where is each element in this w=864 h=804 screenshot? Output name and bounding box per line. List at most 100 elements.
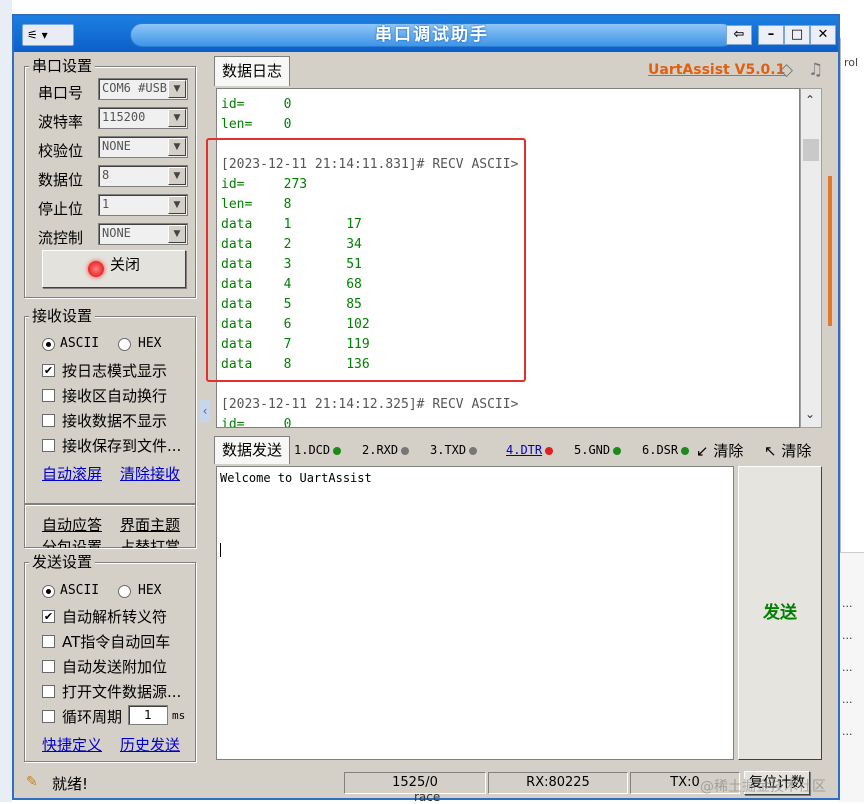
signal-dot-icon xyxy=(469,446,478,455)
recv-hide-checkbox[interactable] xyxy=(42,414,55,427)
tab-data-send[interactable]: 数据发送 xyxy=(214,436,290,464)
diamond-icon[interactable]: ◇ xyxy=(780,60,793,80)
recv-log-mode-label: 按日志模式显示 xyxy=(62,362,168,380)
clear-recv-link[interactable]: 清除接收 xyxy=(120,463,180,484)
clear-send-button-2[interactable]: ↖ 清除 xyxy=(764,440,811,461)
signal-dtr[interactable]: 4.DTR xyxy=(506,443,554,457)
background-dots: ··· xyxy=(842,696,853,709)
theme-link[interactable]: 界面主题 xyxy=(120,514,180,535)
collapse-panel-icon[interactable]: ‹ xyxy=(200,400,210,422)
recv-log-mode-checkbox[interactable]: ✔ xyxy=(42,364,55,377)
serial-settings-title: 串口设置 xyxy=(29,57,96,75)
shortcut-define-link[interactable]: 快捷定义 xyxy=(42,734,102,755)
signal-dcd[interactable]: 1.DCD xyxy=(294,443,342,457)
log-line: id= 0 xyxy=(221,417,292,428)
signal-rxd[interactable]: 2.RXD xyxy=(362,443,410,457)
send-loop-checkbox[interactable] xyxy=(42,710,55,723)
chevron-down-icon[interactable]: ▼ xyxy=(168,196,186,214)
send-button[interactable]: 发送 xyxy=(738,466,822,760)
tab-data-log[interactable]: 数据日志 xyxy=(214,56,290,86)
pin-button[interactable]: ⇦ xyxy=(726,25,752,45)
send-file-source-checkbox[interactable] xyxy=(42,685,55,698)
signal-dot-icon xyxy=(401,446,410,455)
chevron-down-icon[interactable]: ▼ xyxy=(168,167,186,185)
port-value: COM6 #USB xyxy=(102,81,168,95)
title-bar[interactable]: ⚟ ▾ 串口调试助手 ⇦ – □ ✕ xyxy=(14,16,838,52)
background-dots: ··· xyxy=(842,600,853,613)
background-dots: ··· xyxy=(842,664,853,677)
recv-save-file-checkbox[interactable] xyxy=(42,439,55,452)
close-port-button[interactable]: 关闭 xyxy=(42,250,186,288)
loop-unit: ms xyxy=(172,709,186,722)
bell-icon[interactable]: ♫ xyxy=(808,60,823,80)
log-line: len= 0 xyxy=(221,117,292,132)
stopbits-select[interactable]: 1 ▼ xyxy=(98,194,188,216)
chevron-down-icon[interactable]: ▼ xyxy=(168,109,186,127)
signal-txd[interactable]: 3.TXD xyxy=(430,443,478,457)
send-settings-title: 发送设置 xyxy=(29,553,96,571)
packet-settings-link[interactable]: 分包设置 xyxy=(42,536,102,548)
background-window-text: rol xyxy=(844,56,859,69)
recv-autowrap-checkbox[interactable] xyxy=(42,389,55,402)
send-textarea[interactable]: Welcome to UartAssist xyxy=(216,466,734,760)
system-menu-button[interactable]: ⚟ ▾ xyxy=(22,24,74,46)
scroll-thumb[interactable] xyxy=(803,139,819,161)
chevron-down-icon[interactable]: ⌄ xyxy=(805,407,815,421)
log-line: id= 0 xyxy=(221,97,292,112)
history-send-link[interactable]: 历史发送 xyxy=(120,734,180,755)
baud-select[interactable]: 115200 ▼ xyxy=(98,107,188,129)
status-rx: RX:80225 xyxy=(488,772,628,794)
send-ascii-radio[interactable] xyxy=(42,585,55,598)
loop-period-input[interactable]: 1 xyxy=(128,705,168,725)
signal-dsr[interactable]: 6.DSR xyxy=(642,443,690,457)
send-escape-checkbox[interactable]: ✔ xyxy=(42,610,55,623)
tip-link[interactable]: 占替打赏 xyxy=(120,536,180,548)
stopbits-label: 停止位 xyxy=(38,200,84,218)
auto-scroll-link[interactable]: 自动滚屏 xyxy=(42,463,102,484)
log-line: [2023-12-11 21:14:12.325]# RECV ASCII> xyxy=(221,397,519,412)
highlight-annotation xyxy=(206,138,526,382)
recv-settings-title: 接收设置 xyxy=(29,307,96,325)
databits-select[interactable]: 8 ▼ xyxy=(98,165,188,187)
chevron-down-icon[interactable]: ▼ xyxy=(168,80,186,98)
send-at-cr-checkbox[interactable] xyxy=(42,635,55,648)
signal-dot-icon xyxy=(681,446,690,455)
signal-dot-icon xyxy=(613,446,622,455)
parity-select[interactable]: NONE ▼ xyxy=(98,136,188,158)
parity-label: 校验位 xyxy=(38,142,84,160)
chevron-up-icon[interactable]: ⌃ xyxy=(805,93,815,107)
send-hex-label: HEX xyxy=(138,583,162,598)
flow-select[interactable]: NONE ▼ xyxy=(98,223,188,245)
recv-autowrap-label: 接收区自动换行 xyxy=(62,387,168,405)
send-file-source-label: 打开文件数据源... xyxy=(62,683,182,701)
minimize-button[interactable]: – xyxy=(758,25,784,45)
send-hex-radio[interactable] xyxy=(118,585,131,598)
send-at-cr-label: AT指令自动回车 xyxy=(62,633,171,651)
send-append-checkbox[interactable] xyxy=(42,660,55,673)
stopbits-value: 1 xyxy=(102,197,110,211)
signal-label: 2.RXD xyxy=(362,443,399,457)
chevron-down-icon[interactable]: ▼ xyxy=(168,138,186,156)
signal-gnd[interactable]: 5.GND xyxy=(574,443,622,457)
clear-send-button-1[interactable]: ↙ 清除 xyxy=(696,440,743,461)
brand-link[interactable]: UartAssist V5.0.1 xyxy=(648,62,785,78)
auto-reply-link[interactable]: 自动应答 xyxy=(42,514,102,535)
port-select[interactable]: COM6 #USB ▼ xyxy=(98,78,188,100)
signal-dot-icon xyxy=(545,446,554,455)
signal-label: 1.DCD xyxy=(294,443,331,457)
signal-label: 6.DSR xyxy=(642,443,679,457)
close-window-button[interactable]: ✕ xyxy=(810,25,836,45)
window-title: 串口调试助手 xyxy=(375,25,489,45)
background-dots: ··· xyxy=(842,728,853,741)
chevron-down-icon[interactable]: ▼ xyxy=(168,225,186,243)
send-text: Welcome to UartAssist xyxy=(220,471,372,485)
watermark: @稀土掘金技术社区 xyxy=(700,779,826,795)
send-loop-label: 循环周期 xyxy=(62,708,123,726)
port-label: 串口号 xyxy=(38,84,84,102)
recv-ascii-radio[interactable] xyxy=(42,338,55,351)
maximize-button[interactable]: □ xyxy=(784,25,810,45)
baud-value: 115200 xyxy=(102,110,146,124)
close-port-label: 关闭 xyxy=(109,255,140,274)
log-scrollbar[interactable]: ⌃ ⌄ xyxy=(800,88,822,428)
recv-hex-radio[interactable] xyxy=(118,338,131,351)
